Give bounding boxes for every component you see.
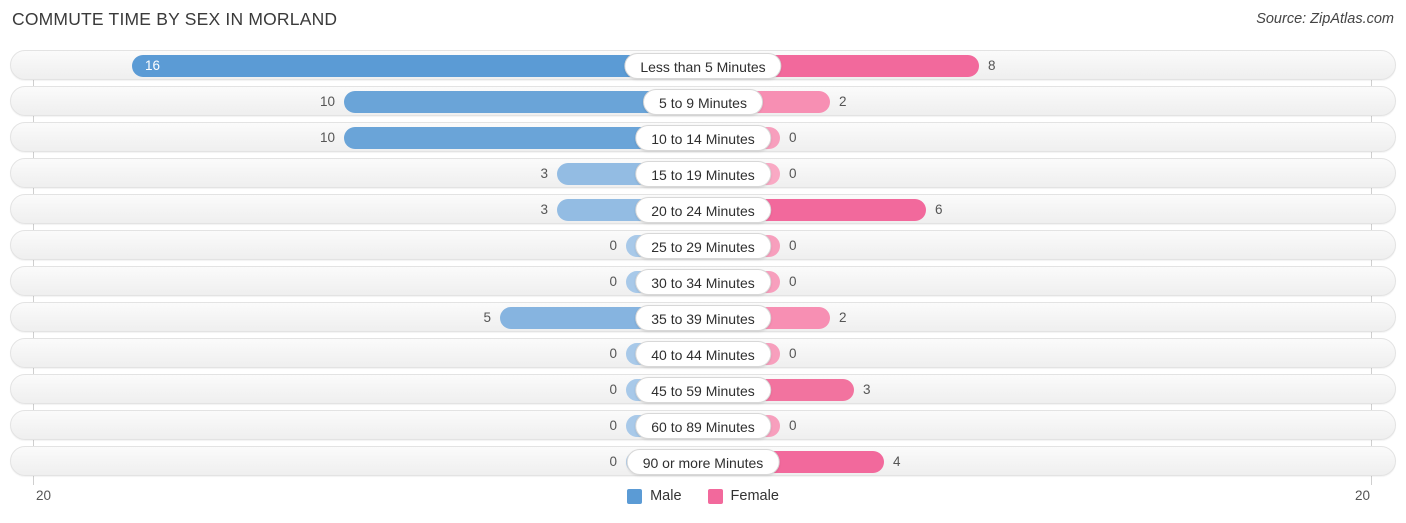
- page-title: COMMUTE TIME BY SEX IN MORLAND: [12, 9, 338, 29]
- category-label: 25 to 29 Minutes: [635, 233, 771, 259]
- table-row[interactable]: 3 0 15 to 19 Minutes: [10, 158, 1396, 188]
- bar-value-male: 0: [609, 346, 617, 361]
- legend-swatch-icon: [627, 488, 643, 504]
- category-label: 35 to 39 Minutes: [635, 305, 771, 331]
- table-row[interactable]: 10 0 10 to 14 Minutes: [10, 122, 1396, 152]
- category-label: 60 to 89 Minutes: [635, 413, 771, 439]
- category-label: Less than 5 Minutes: [624, 53, 782, 79]
- bar-value-male: 0: [609, 274, 617, 289]
- legend-swatch-icon: [707, 488, 723, 504]
- bar-value-female: 3: [863, 382, 871, 397]
- chart-legend: Male Female: [0, 488, 1406, 504]
- table-row[interactable]: 0 4 90 or more Minutes: [10, 446, 1396, 476]
- bar-value-female: 2: [839, 310, 847, 325]
- bar-value-male: 0: [609, 454, 617, 469]
- bar-value-female: 0: [789, 130, 797, 145]
- bar-value-female: 0: [789, 346, 797, 361]
- bar-value-male: 3: [540, 166, 548, 181]
- chart-plot-area: 16 8 Less than 5 Minutes 10 2 5 to 9 Minutes 1…: [0, 50, 1406, 485]
- legend-label: Female: [730, 488, 779, 504]
- bar-value-female: 0: [789, 166, 797, 181]
- bar-value-female: 0: [789, 418, 797, 433]
- bar-value-female: 0: [789, 238, 797, 253]
- table-row[interactable]: 3 6 20 to 24 Minutes: [10, 194, 1396, 224]
- table-row[interactable]: 10 2 5 to 9 Minutes: [10, 86, 1396, 116]
- bar-value-male: 3: [540, 202, 548, 217]
- bar-value-female: 0: [789, 274, 797, 289]
- bar-value-male: 0: [609, 418, 617, 433]
- bar-value-female: 2: [839, 94, 847, 109]
- legend-item-male[interactable]: Male: [627, 488, 682, 504]
- bar-value-female: 8: [988, 58, 996, 73]
- legend-label: Male: [650, 488, 682, 504]
- category-label: 15 to 19 Minutes: [635, 161, 771, 187]
- bar-value-female: 6: [935, 202, 943, 217]
- category-label: 5 to 9 Minutes: [643, 89, 763, 115]
- legend-item-female[interactable]: Female: [707, 488, 779, 504]
- category-label: 45 to 59 Minutes: [635, 377, 771, 403]
- source-attribution: Source: ZipAtlas.com: [1256, 11, 1394, 27]
- bar-value-male: 5: [483, 310, 491, 325]
- chart-header: COMMUTE TIME BY SEX IN MORLAND Source: Z…: [0, 0, 1406, 44]
- bar-value-male: 10: [319, 94, 335, 109]
- category-label: 20 to 24 Minutes: [635, 197, 771, 223]
- category-label: 40 to 44 Minutes: [635, 341, 771, 367]
- table-row[interactable]: 5 2 35 to 39 Minutes: [10, 302, 1396, 332]
- chart-footer: 20 20 Male Female: [0, 485, 1406, 523]
- table-row[interactable]: 0 0 40 to 44 Minutes: [10, 338, 1396, 368]
- category-label: 30 to 34 Minutes: [635, 269, 771, 295]
- bar-male[interactable]: 16: [132, 55, 702, 77]
- table-row[interactable]: 0 0 25 to 29 Minutes: [10, 230, 1396, 260]
- bar-value-male: 0: [609, 238, 617, 253]
- table-row[interactable]: 0 3 45 to 59 Minutes: [10, 374, 1396, 404]
- bar-value-male: 16: [145, 58, 161, 73]
- bar-value-male: 0: [609, 382, 617, 397]
- category-label: 10 to 14 Minutes: [635, 125, 771, 151]
- bar-value-male: 10: [319, 130, 335, 145]
- table-row[interactable]: 0 0 30 to 34 Minutes: [10, 266, 1396, 296]
- table-row[interactable]: 16 8 Less than 5 Minutes: [10, 50, 1396, 80]
- table-row[interactable]: 0 0 60 to 89 Minutes: [10, 410, 1396, 440]
- category-label: 90 or more Minutes: [626, 449, 780, 475]
- bar-value-female: 4: [893, 454, 901, 469]
